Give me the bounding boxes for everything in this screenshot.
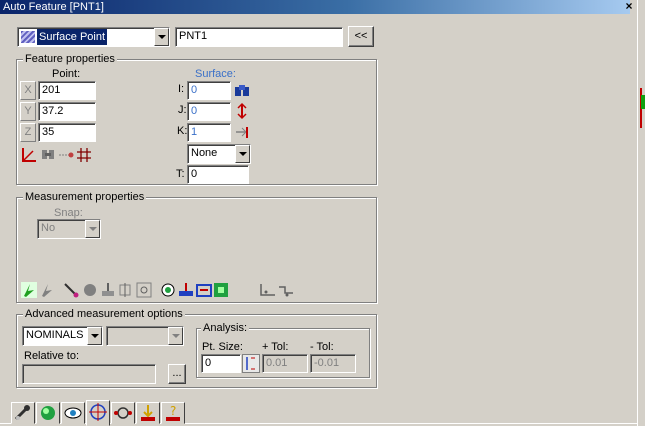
plus-tol-input[interactable]: 0.01 (262, 354, 308, 373)
feature-type-dropdown[interactable]: Surface Point (17, 27, 170, 47)
relative-to-label: Relative to: (24, 350, 80, 362)
chevron-down-icon[interactable] (87, 327, 102, 345)
background-graphic-marker-green (641, 95, 645, 109)
chevron-down-icon[interactable] (154, 28, 169, 46)
minus-tol-label: - Tol: (310, 341, 334, 353)
nominals-value: NOMINALS (26, 329, 84, 341)
clearance-plane-icon[interactable] (177, 281, 195, 299)
i-label: I: (178, 83, 185, 95)
path-tab[interactable] (111, 402, 135, 424)
window-title-bar: Auto Feature [PNT1] (0, 0, 630, 14)
measure-now-icon[interactable] (38, 281, 56, 299)
collapse-button[interactable]: << (348, 26, 374, 47)
point-projection-icon[interactable] (57, 146, 75, 164)
surface-point-icon (21, 31, 35, 43)
nominal-mode-dropdown[interactable] (106, 326, 184, 346)
vector-mode-value: None (191, 147, 218, 159)
feature-type-value: Surface Point (37, 29, 108, 45)
point-label: Point: (52, 68, 81, 80)
settings-tab[interactable] (136, 402, 160, 424)
measurement-properties-legend: Measurement properties (23, 191, 147, 203)
sphere-icon[interactable] (81, 281, 99, 299)
depth-icon[interactable] (117, 281, 135, 299)
step-profile-icon[interactable] (277, 281, 295, 299)
x-axis-button[interactable]: X (20, 81, 36, 100)
chevron-down-icon[interactable] (85, 220, 100, 238)
target-tab[interactable] (86, 400, 110, 426)
j-value-input[interactable]: 0 (187, 102, 231, 121)
window-title: Auto Feature [PNT1] (3, 1, 104, 13)
vision-tab[interactable] (61, 402, 85, 424)
chevron-down-icon[interactable] (168, 327, 183, 345)
z-value-input[interactable]: 35 (38, 123, 96, 142)
probe-tab[interactable] (11, 402, 35, 424)
coordinate-axes-icon[interactable] (20, 146, 38, 164)
close-icon: × (625, 0, 633, 13)
snap-value: No (41, 222, 56, 234)
relative-to-browse-button[interactable]: ... (168, 364, 186, 384)
pt-size-label: Pt. Size: (202, 341, 243, 353)
relative-to-input[interactable] (22, 364, 156, 384)
auto-measure-icon[interactable] (20, 281, 38, 299)
vector-mode-dropdown[interactable]: None (187, 144, 251, 164)
advanced-options-legend: Advanced measurement options (23, 308, 185, 320)
j-label: J: (178, 104, 187, 116)
svg-text:?: ? (170, 404, 176, 418)
right-edge-panel (637, 0, 645, 426)
hint-tab[interactable]: ? (161, 402, 185, 424)
y-value-input[interactable]: 37.2 (38, 102, 96, 121)
find-vector-icon[interactable] (233, 82, 251, 100)
analysis-legend: Analysis: (201, 322, 250, 334)
vector-direction-icon[interactable] (233, 123, 251, 141)
tolerance-toggle-icon[interactable] (242, 354, 260, 373)
plus-tol-label: + Tol: (262, 341, 289, 353)
contact-tab[interactable] (36, 402, 60, 424)
chevron-down-icon[interactable] (235, 145, 250, 163)
y-axis-button[interactable]: Y (20, 102, 36, 121)
t-value-input[interactable]: 0 (187, 165, 249, 184)
move-point-icon[interactable] (195, 281, 213, 299)
find-point-icon[interactable] (39, 146, 57, 164)
i-value-input[interactable]: 0 (187, 81, 231, 100)
feature-properties-legend: Feature properties (23, 53, 117, 65)
surface-label: Surface: (195, 68, 236, 80)
target-icon[interactable] (159, 281, 177, 299)
grid-icon[interactable] (75, 146, 93, 164)
offset-icon[interactable] (99, 281, 117, 299)
probe-pen-icon[interactable] (62, 281, 80, 299)
hit-display-icon[interactable] (212, 281, 230, 299)
pt-size-input[interactable]: 0 (201, 354, 241, 373)
k-label: K: (177, 125, 188, 137)
k-value-input[interactable]: 1 (187, 123, 231, 142)
pattern-icon[interactable] (135, 281, 153, 299)
t-label: T: (176, 168, 185, 180)
x-value-input[interactable]: 201 (38, 81, 96, 100)
feature-name-input[interactable]: PNT1 (175, 27, 343, 47)
z-axis-button[interactable]: Z (20, 123, 36, 142)
close-button[interactable]: × (622, 0, 636, 14)
flip-vector-icon[interactable] (233, 102, 251, 120)
nominals-dropdown[interactable]: NOMINALS (22, 326, 103, 346)
edge-profile-icon[interactable] (259, 281, 277, 299)
minus-tol-input[interactable]: -0.01 (310, 354, 356, 373)
snap-dropdown[interactable]: No (37, 219, 101, 239)
